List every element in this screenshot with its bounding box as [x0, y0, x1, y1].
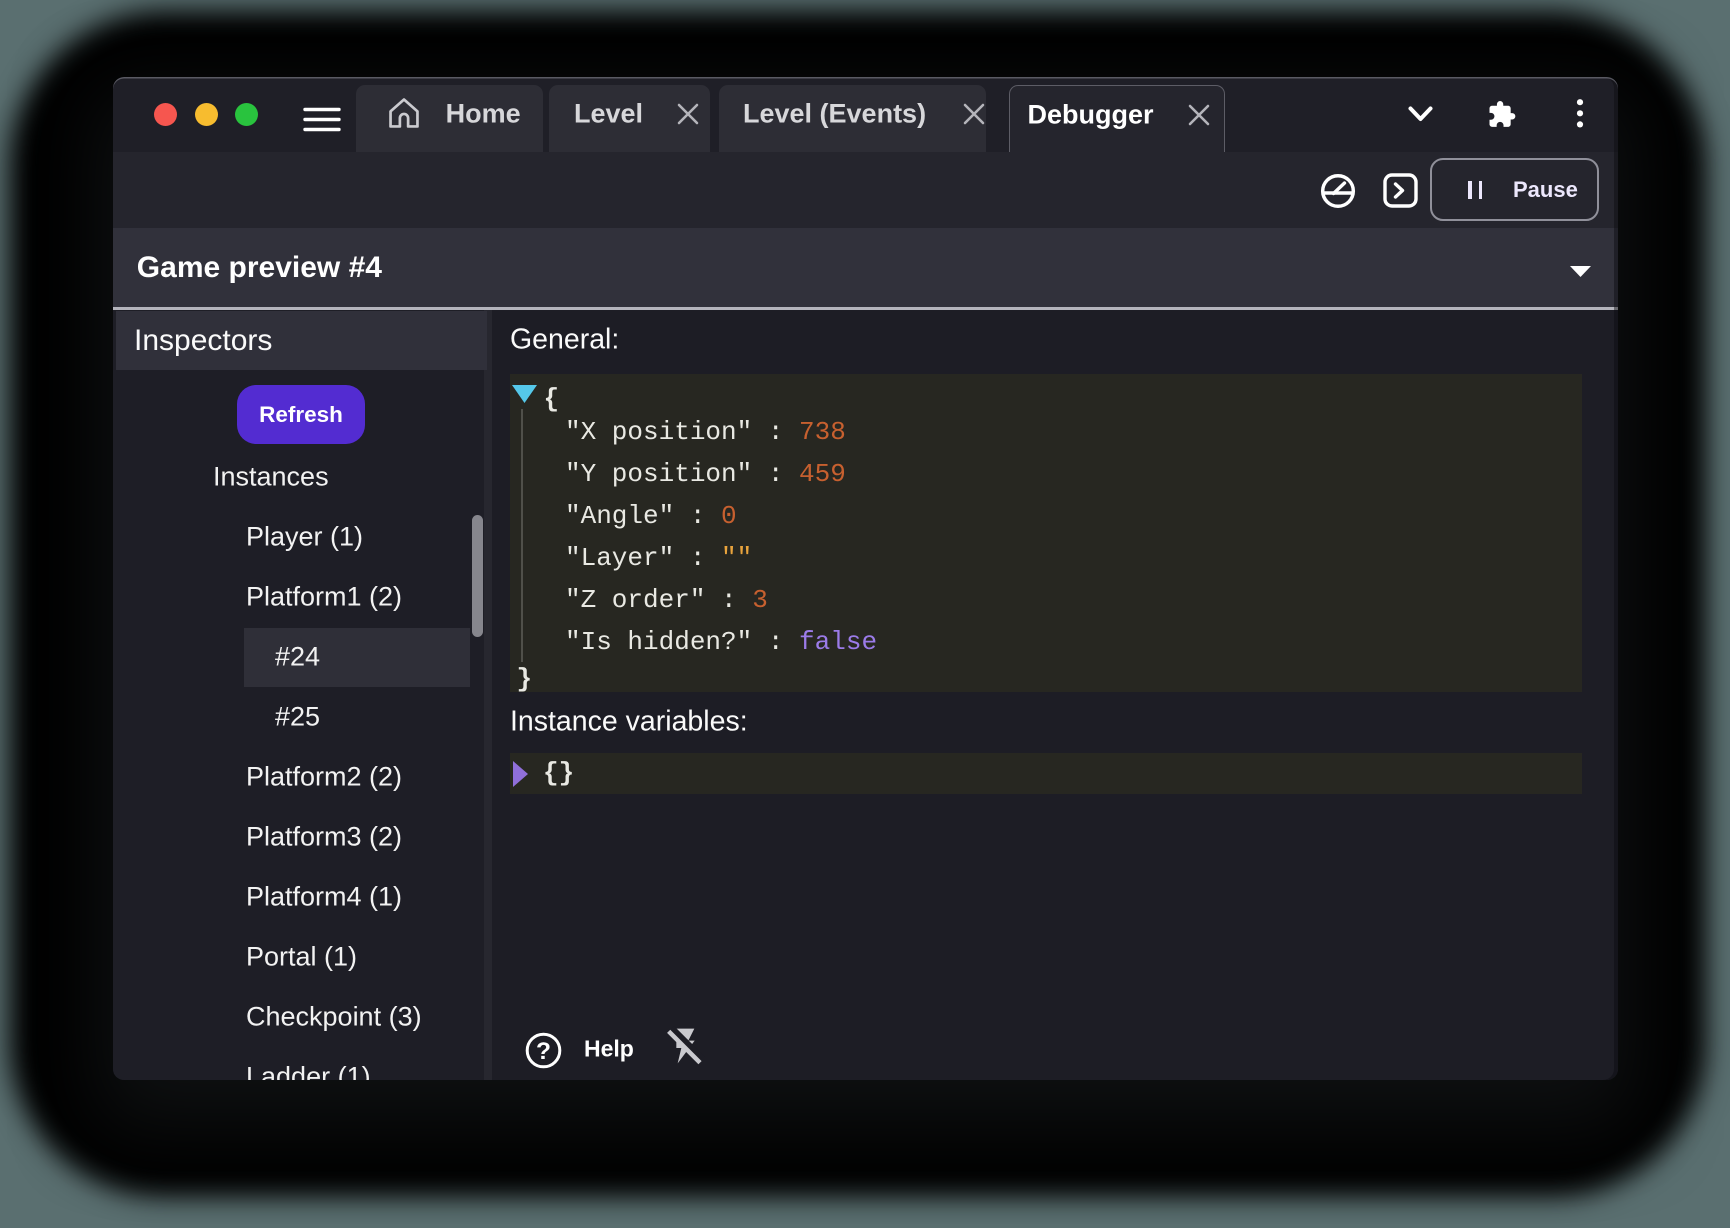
- svg-text:?: ?: [536, 1038, 551, 1065]
